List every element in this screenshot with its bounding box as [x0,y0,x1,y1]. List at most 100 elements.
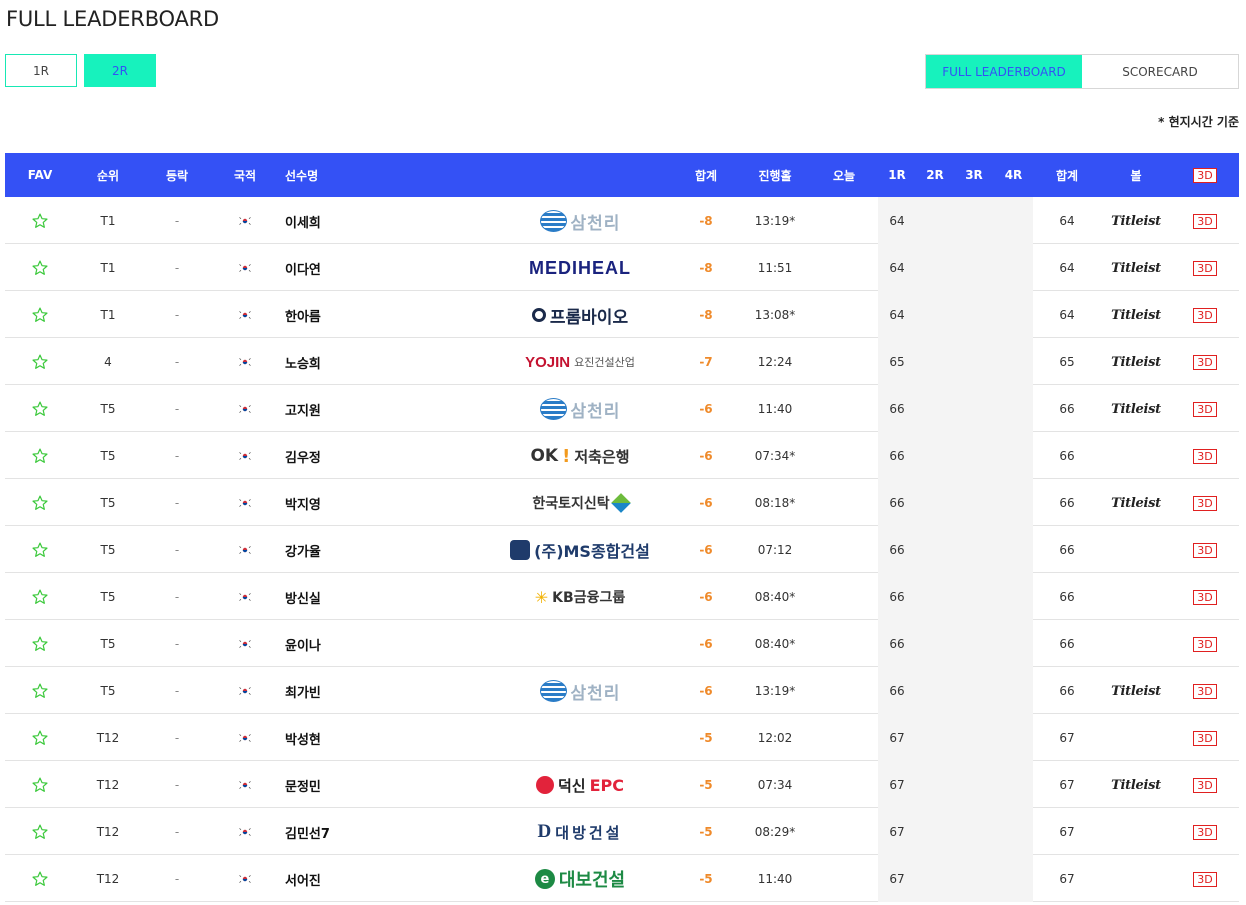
view-3d[interactable]: 3D [1182,761,1228,807]
star-icon[interactable] [31,682,49,700]
view-3d-button[interactable]: 3D [1193,495,1217,511]
view-3d-button[interactable]: 3D [1193,354,1217,370]
view-3d-button[interactable]: 3D [1193,730,1217,746]
view-3d-button[interactable]: 3D [1193,401,1217,417]
player-name[interactable]: 방신실 [285,573,405,619]
table-row[interactable]: T5 - 최가빈 삼천리 -6 13:19* 66 66 Titleist 3D [5,667,1239,714]
view-3d[interactable]: 3D [1182,244,1228,290]
player-name[interactable]: 한아름 [285,291,405,337]
player-name-text[interactable]: 강가율 [285,541,321,560]
view-3d-button[interactable]: 3D [1193,307,1217,323]
player-name[interactable]: 서어진 [285,855,405,901]
view-3d[interactable]: 3D [1182,667,1228,713]
player-name-text[interactable]: 이세희 [285,212,321,231]
player-name-text[interactable]: 박지영 [285,494,321,513]
star-icon[interactable] [31,400,49,418]
star-icon[interactable] [31,259,49,277]
favorite-toggle[interactable] [20,338,60,384]
view-3d-button[interactable]: 3D [1193,777,1217,793]
table-row[interactable]: T1 - 이세희 삼천리 -8 13:19* 64 64 Titleist 3D [5,197,1239,244]
favorite-toggle[interactable] [20,573,60,619]
table-row[interactable]: T5 - 윤이나 -6 08:40* 66 66 3D [5,620,1239,667]
player-name[interactable]: 고지원 [285,385,405,431]
view-3d[interactable]: 3D [1182,385,1228,431]
star-icon[interactable] [31,729,49,747]
view-3d-button[interactable]: 3D [1193,636,1217,652]
player-name-text[interactable]: 이다연 [285,259,321,278]
favorite-toggle[interactable] [20,526,60,572]
player-name-text[interactable]: 최가빈 [285,682,321,701]
view-3d[interactable]: 3D [1182,338,1228,384]
star-icon[interactable] [31,870,49,888]
table-row[interactable]: T5 - 고지원 삼천리 -6 11:40 66 66 Titleist 3D [5,385,1239,432]
favorite-toggle[interactable] [20,855,60,901]
table-row[interactable]: T12 - 문정민 덕신 EPC -5 07:34 67 67 Titleist … [5,761,1239,808]
star-icon[interactable] [31,823,49,841]
star-icon[interactable] [31,776,49,794]
view-3d-button[interactable]: 3D [1193,260,1217,276]
player-name-text[interactable]: 방신실 [285,588,321,607]
star-icon[interactable] [31,588,49,606]
view-3d-button[interactable]: 3D [1193,683,1217,699]
tab-round-2[interactable]: 2R [84,54,156,87]
star-icon[interactable] [31,635,49,653]
view-3d[interactable]: 3D [1182,573,1228,619]
player-name-text[interactable]: 문정민 [285,776,321,795]
favorite-toggle[interactable] [20,291,60,337]
favorite-toggle[interactable] [20,244,60,290]
star-icon[interactable] [31,353,49,371]
player-name[interactable]: 김민선7 [285,808,405,854]
favorite-toggle[interactable] [20,667,60,713]
table-row[interactable]: T1 - 이다연 MEDIHEAL -8 11:51 64 64 Titleis… [5,244,1239,291]
table-row[interactable]: T5 - 박지영 한국토지신탁 -6 08:18* 66 66 Titleist… [5,479,1239,526]
player-name-text[interactable]: 김우정 [285,447,321,466]
star-icon[interactable] [31,212,49,230]
player-name-text[interactable]: 박성현 [285,729,321,748]
view-3d[interactable]: 3D [1182,479,1228,525]
tab-scorecard[interactable]: SCORECARD [1082,55,1238,88]
player-name[interactable]: 노승희 [285,338,405,384]
table-row[interactable]: T1 - 한아름 프롬바이오 -8 13:08* 64 64 Titleist … [5,291,1239,338]
view-3d-button[interactable]: 3D [1193,448,1217,464]
player-name-text[interactable]: 노승희 [285,353,321,372]
favorite-toggle[interactable] [20,432,60,478]
star-icon[interactable] [31,494,49,512]
view-3d[interactable]: 3D [1182,808,1228,854]
player-name[interactable]: 박지영 [285,479,405,525]
view-3d[interactable]: 3D [1182,855,1228,901]
table-row[interactable]: 4 - 노승희 YOJIN 요진건설산업 -7 12:24 65 65 Title… [5,338,1239,385]
star-icon[interactable] [31,541,49,559]
table-row[interactable]: T5 - 강가율 (주)MS종합건설 -6 07:12 66 66 3D [5,526,1239,573]
player-name-text[interactable]: 윤이나 [285,635,321,654]
player-name[interactable]: 최가빈 [285,667,405,713]
player-name-text[interactable]: 한아름 [285,306,321,325]
view-3d-button[interactable]: 3D [1193,589,1217,605]
view-3d-button[interactable]: 3D [1193,542,1217,558]
player-name[interactable]: 이다연 [285,244,405,290]
view-3d[interactable]: 3D [1182,526,1228,572]
player-name[interactable]: 윤이나 [285,620,405,666]
player-name[interactable]: 문정민 [285,761,405,807]
view-3d-button[interactable]: 3D [1193,871,1217,887]
player-name-text[interactable]: 고지원 [285,400,321,419]
table-row[interactable]: T5 - 김우정 OK! 저축은행 -6 07:34* 66 66 3D [5,432,1239,479]
tab-round-1[interactable]: 1R [5,54,77,87]
table-row[interactable]: T12 - 서어진 e 대보건설 -5 11:40 67 67 3D [5,855,1239,902]
player-name[interactable]: 강가율 [285,526,405,572]
view-3d[interactable]: 3D [1182,197,1228,243]
table-row[interactable]: T12 - 김민선7 D 대방건설 -5 08:29* 67 67 3D [5,808,1239,855]
view-3d-button[interactable]: 3D [1193,213,1217,229]
table-row[interactable]: T12 - 박성현 -5 12:02 67 67 3D [5,714,1239,761]
view-3d-button[interactable]: 3D [1193,824,1217,840]
favorite-toggle[interactable] [20,714,60,760]
player-name[interactable]: 박성현 [285,714,405,760]
player-name[interactable]: 이세희 [285,197,405,243]
favorite-toggle[interactable] [20,479,60,525]
favorite-toggle[interactable] [20,808,60,854]
favorite-toggle[interactable] [20,385,60,431]
table-row[interactable]: T5 - 방신실 ✳ KB금융그룹 -6 08:40* 66 66 3D [5,573,1239,620]
star-icon[interactable] [31,447,49,465]
star-icon[interactable] [31,306,49,324]
player-name-text[interactable]: 김민선7 [285,823,330,842]
player-name[interactable]: 김우정 [285,432,405,478]
